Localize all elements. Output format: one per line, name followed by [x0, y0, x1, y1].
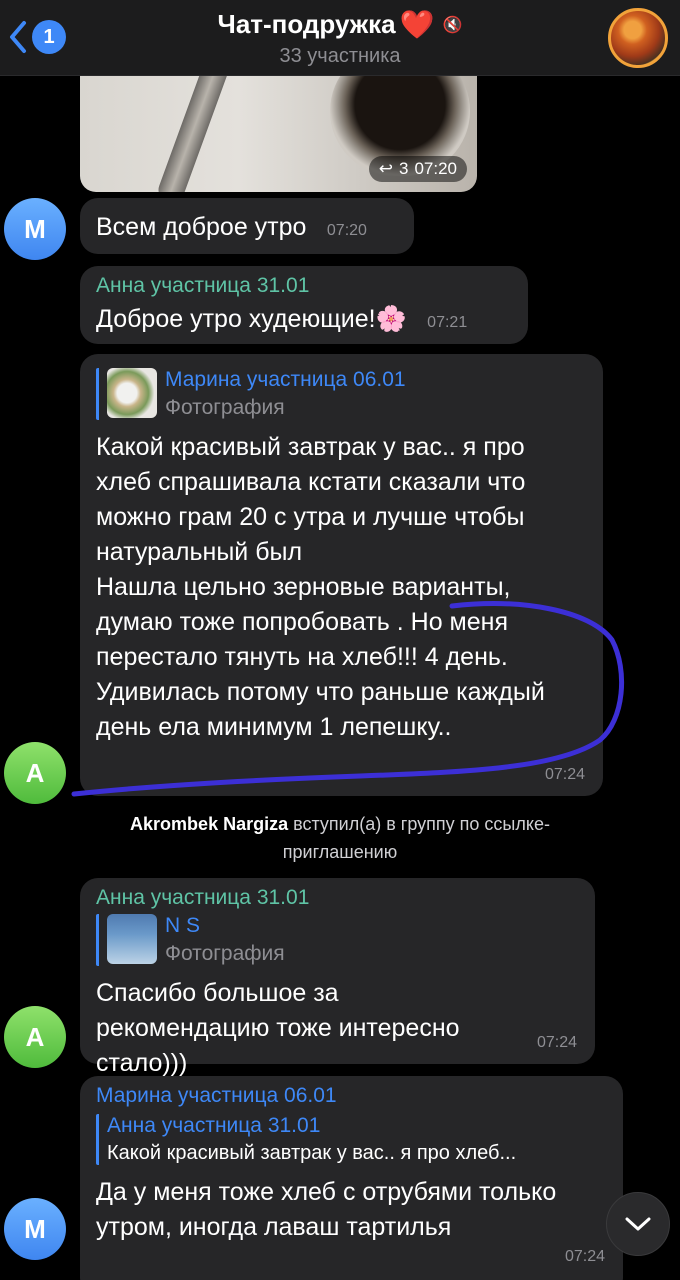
message-text: Всем доброе утро	[96, 213, 307, 241]
chat-header: 1 Чат-подружка ❤️ 🔇 33 участника	[0, 0, 680, 76]
message-time: 07:21	[427, 314, 468, 331]
sender-name[interactable]: Марина участница 06.01	[96, 1084, 607, 1108]
photo-message[interactable]: ↩ 3 07:20	[80, 76, 477, 192]
photo-content	[155, 76, 231, 192]
message-time: 07:24	[564, 1248, 605, 1265]
avatar-letter: М	[24, 1213, 46, 1244]
message-time: 07:24	[544, 766, 585, 783]
forward-count: 3	[398, 159, 409, 178]
avatar[interactable]: М	[4, 198, 66, 260]
title-emoji: ❤️	[399, 9, 435, 40]
message-text: Какой красивый завтрак у вас.. я про хле…	[96, 433, 545, 741]
service-message: Akrombek Nargiza вступил(а) в группу по …	[100, 810, 580, 866]
joined-user-name[interactable]: Akrombek Nargiza	[130, 814, 288, 834]
participants-count: 33 участника	[279, 45, 401, 67]
avatar-letter: А	[25, 1021, 45, 1052]
avatar[interactable]: М	[4, 1198, 66, 1260]
reply-subtitle: Фотография	[165, 396, 285, 419]
forward-icon: ↩	[378, 159, 393, 178]
photo-time: 07:20	[414, 159, 457, 178]
message-text: Доброе утро худеющие!🌸	[96, 305, 407, 333]
reply-sender: N S	[165, 914, 201, 937]
scroll-down-button[interactable]	[606, 1192, 670, 1256]
avatar[interactable]: А	[4, 742, 66, 804]
avatar-letter: М	[24, 213, 46, 244]
reply-preview[interactable]: N S Фотография	[96, 914, 579, 966]
avatar[interactable]: А	[4, 1006, 66, 1068]
reply-preview[interactable]: Анна участница 31.01 Какой красивый завт…	[96, 1114, 607, 1165]
chat-title-area[interactable]: Чат-подружка ❤️ 🔇 33 участника	[0, 8, 680, 68]
reply-preview[interactable]: Марина участница 06.01 Фотография	[96, 368, 587, 420]
chevron-down-icon	[625, 1217, 651, 1231]
message-text: Спасибо большое за рекомендацию тоже инт…	[96, 979, 460, 1077]
message-time: 07:20	[326, 222, 367, 239]
reply-subtitle: Фотография	[165, 942, 285, 965]
message-bubble[interactable]: Анна участница 31.01 N S Фотография Спас…	[80, 878, 595, 1077]
photo-meta: ↩ 3 07:20	[368, 156, 467, 182]
reply-thumbnail	[107, 914, 157, 964]
message-bubble[interactable]: Всем доброе утро 07:20	[80, 198, 414, 254]
reply-thumbnail	[107, 368, 157, 418]
sender-name[interactable]: Анна участница 31.01	[96, 274, 512, 298]
message-time: 07:24	[536, 1034, 577, 1051]
chat-avatar[interactable]	[608, 8, 668, 68]
service-text: вступил(а) в группу по ссылке-приглашени…	[282, 814, 550, 862]
reply-sender: Марина участница 06.01	[165, 368, 406, 391]
reply-sender: Анна участница 31.01	[107, 1114, 321, 1137]
message-bubble[interactable]: Анна участница 31.01 Доброе утро худеющи…	[80, 266, 528, 344]
message-bubble[interactable]: Марина участница 06.01 Анна участница 31…	[80, 1076, 623, 1280]
message-bubble[interactable]: Марина участница 06.01 Фотография Какой …	[80, 354, 603, 796]
chat-title: Чат-подружка	[217, 9, 396, 39]
avatar-letter: А	[25, 757, 45, 788]
message-text: Да у меня тоже хлеб с отрубями только ут…	[96, 1178, 557, 1241]
mute-icon: 🔇	[442, 16, 463, 34]
sender-name[interactable]: Анна участница 31.01	[96, 886, 579, 910]
reply-quote: Какой красивый завтрак у вас.. я про хле…	[107, 1142, 517, 1164]
